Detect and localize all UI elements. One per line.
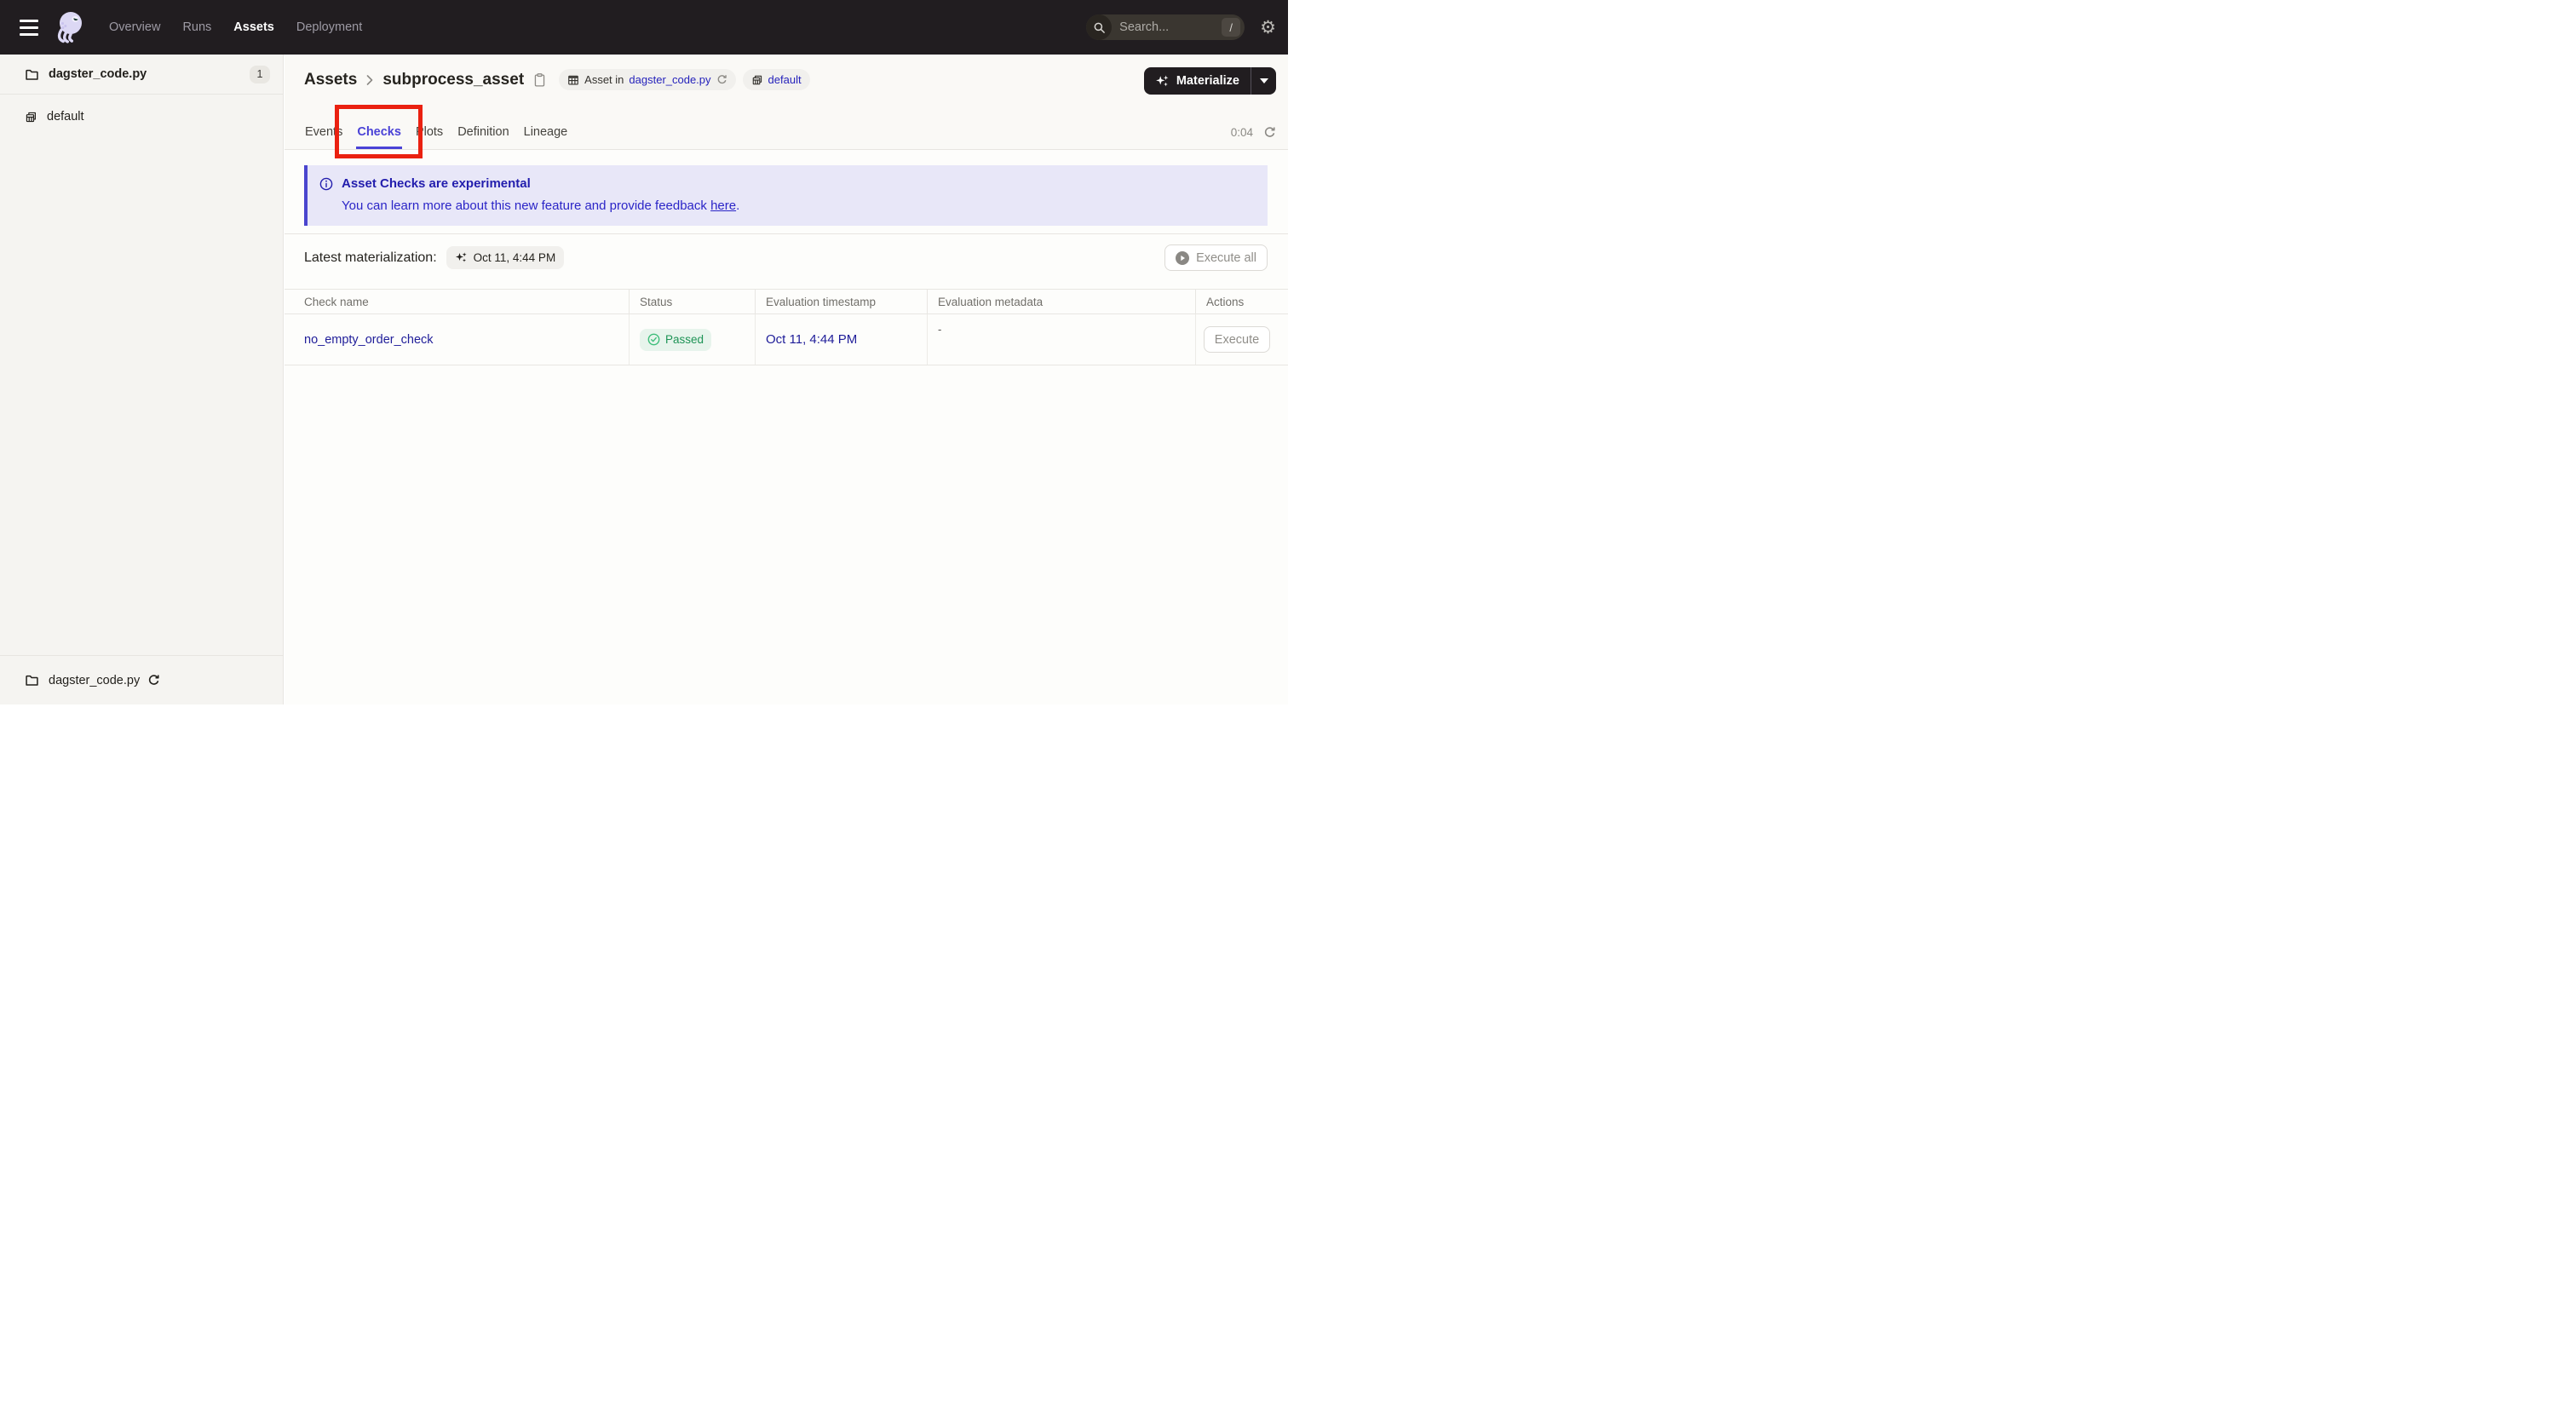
materialize-button-group: Materialize: [1143, 67, 1276, 95]
banner-body: You can learn more about this new featur…: [342, 198, 1254, 213]
nav-item-runs[interactable]: Runs: [182, 20, 211, 34]
execute-button[interactable]: Execute: [1204, 326, 1270, 353]
topnav-right: / ⚙: [1086, 14, 1276, 40]
search-box[interactable]: /: [1086, 14, 1245, 40]
asset-tabs: Events Checks Plots Definition Lineage 0…: [304, 115, 1276, 149]
code-location-link[interactable]: dagster_code.py: [629, 73, 710, 86]
asset-group-icon: [25, 111, 37, 124]
latest-materialization-timestamp[interactable]: Oct 11, 4:44 PM: [446, 246, 565, 269]
status-badge: Passed: [640, 328, 712, 351]
execute-all-button[interactable]: Execute all: [1164, 244, 1268, 271]
search-icon: [1086, 14, 1113, 40]
group-link[interactable]: default: [768, 73, 802, 86]
evaluation-timestamp-link[interactable]: Oct 11, 4:44 PM: [766, 332, 857, 347]
sparkles-icon: [1155, 74, 1170, 89]
asset-group-icon: [751, 74, 763, 86]
menu-icon[interactable]: [20, 19, 38, 36]
check-circle-icon: [647, 333, 660, 346]
asset-in-prefix: Asset in: [584, 73, 624, 86]
tab-checks[interactable]: Checks: [356, 115, 402, 149]
feedback-link[interactable]: here: [710, 198, 736, 213]
banner-body-period: .: [736, 198, 740, 213]
caret-down-icon: [1259, 78, 1268, 83]
experimental-banner: Asset Checks are experimental You can le…: [304, 165, 1268, 226]
sidebar-group-label: default: [47, 110, 84, 124]
nav-item-assets[interactable]: Assets: [233, 20, 274, 34]
settings-gear-icon[interactable]: ⚙: [1260, 18, 1276, 37]
tab-lineage[interactable]: Lineage: [523, 115, 569, 149]
tab-plots[interactable]: Plots: [415, 115, 444, 149]
sidebar-footer-code-location[interactable]: dagster_code.py: [25, 673, 140, 687]
sparkles-icon: [455, 251, 468, 264]
asset-count-badge: 1: [250, 65, 270, 83]
refresh-icon[interactable]: [716, 74, 727, 85]
latest-materialization-section: Latest materialization: Oct 11, 4:44 PM …: [285, 233, 1288, 281]
column-header-check-name: Check name: [304, 295, 369, 308]
breadcrumb-assets-link[interactable]: Assets: [304, 71, 357, 89]
materialize-label: Materialize: [1176, 74, 1239, 88]
execute-all-label: Execute all: [1196, 250, 1256, 265]
asset-location-badge: Asset in dagster_code.py: [559, 69, 736, 90]
top-nav: Overview Runs Assets Deployment / ⚙: [0, 0, 1288, 55]
table-header-row: Check name Status Evaluation timestamp E…: [285, 289, 1288, 314]
spreadsheet-icon: [567, 74, 579, 86]
search-input[interactable]: [1112, 20, 1222, 34]
column-header-status: Status: [629, 290, 755, 313]
asset-sidebar: dagster_code.py 1 default dagster_code.p…: [0, 55, 284, 704]
check-name-link[interactable]: no_empty_order_check: [304, 333, 434, 347]
checks-table: Check name Status Evaluation timestamp E…: [285, 289, 1288, 365]
sidebar-footer: dagster_code.py: [0, 655, 283, 704]
nav-item-overview[interactable]: Overview: [109, 20, 160, 34]
sidebar-footer-label: dagster_code.py: [49, 673, 141, 687]
main-content: Assets subprocess_asset Asset in dagster…: [285, 55, 1288, 704]
evaluation-metadata-cell: -: [927, 314, 1195, 365]
refresh-timer: 0:04: [1230, 125, 1253, 139]
search-shortcut-key: /: [1222, 18, 1241, 37]
nav-item-deployment[interactable]: Deployment: [296, 20, 362, 34]
info-icon: [319, 177, 333, 191]
chevron-right-icon: [366, 74, 373, 85]
page-title: subprocess_asset: [382, 70, 525, 89]
timestamp-text: Oct 11, 4:44 PM: [473, 251, 556, 264]
asset-group-badge: default: [742, 69, 810, 90]
column-header-evaluation-timestamp: Evaluation timestamp: [755, 290, 927, 313]
table-row: no_empty_order_check Passed Oct 11, 4:44…: [285, 314, 1288, 365]
column-header-evaluation-metadata: Evaluation metadata: [927, 290, 1195, 313]
play-circle-icon: [1176, 250, 1190, 265]
folder-icon: [25, 67, 39, 82]
materialize-button[interactable]: Materialize: [1144, 67, 1251, 95]
refresh-icon[interactable]: [1263, 126, 1276, 139]
sidebar-item-label: dagster_code.py: [49, 67, 147, 81]
status-label: Passed: [665, 333, 704, 346]
primary-nav: Overview Runs Assets Deployment: [109, 20, 362, 34]
sidebar-item-group-default[interactable]: default: [0, 100, 283, 134]
tab-definition[interactable]: Definition: [457, 115, 509, 149]
column-header-actions: Actions: [1195, 290, 1288, 313]
materialize-dropdown-button[interactable]: [1251, 67, 1276, 95]
reload-location-icon[interactable]: [147, 674, 160, 687]
copy-icon[interactable]: [533, 72, 546, 88]
tab-events[interactable]: Events: [304, 115, 343, 149]
dagster-logo-icon[interactable]: [53, 9, 87, 46]
sidebar-item-code-location[interactable]: dagster_code.py 1: [0, 55, 283, 95]
breadcrumb: Assets subprocess_asset Asset in dagster…: [304, 69, 1276, 90]
banner-title: Asset Checks are experimental: [342, 176, 531, 191]
latest-materialization-label: Latest materialization:: [304, 250, 437, 265]
banner-body-text: You can learn more about this new featur…: [342, 198, 711, 213]
asset-header: Assets subprocess_asset Asset in dagster…: [285, 55, 1288, 150]
folder-icon: [25, 673, 39, 687]
